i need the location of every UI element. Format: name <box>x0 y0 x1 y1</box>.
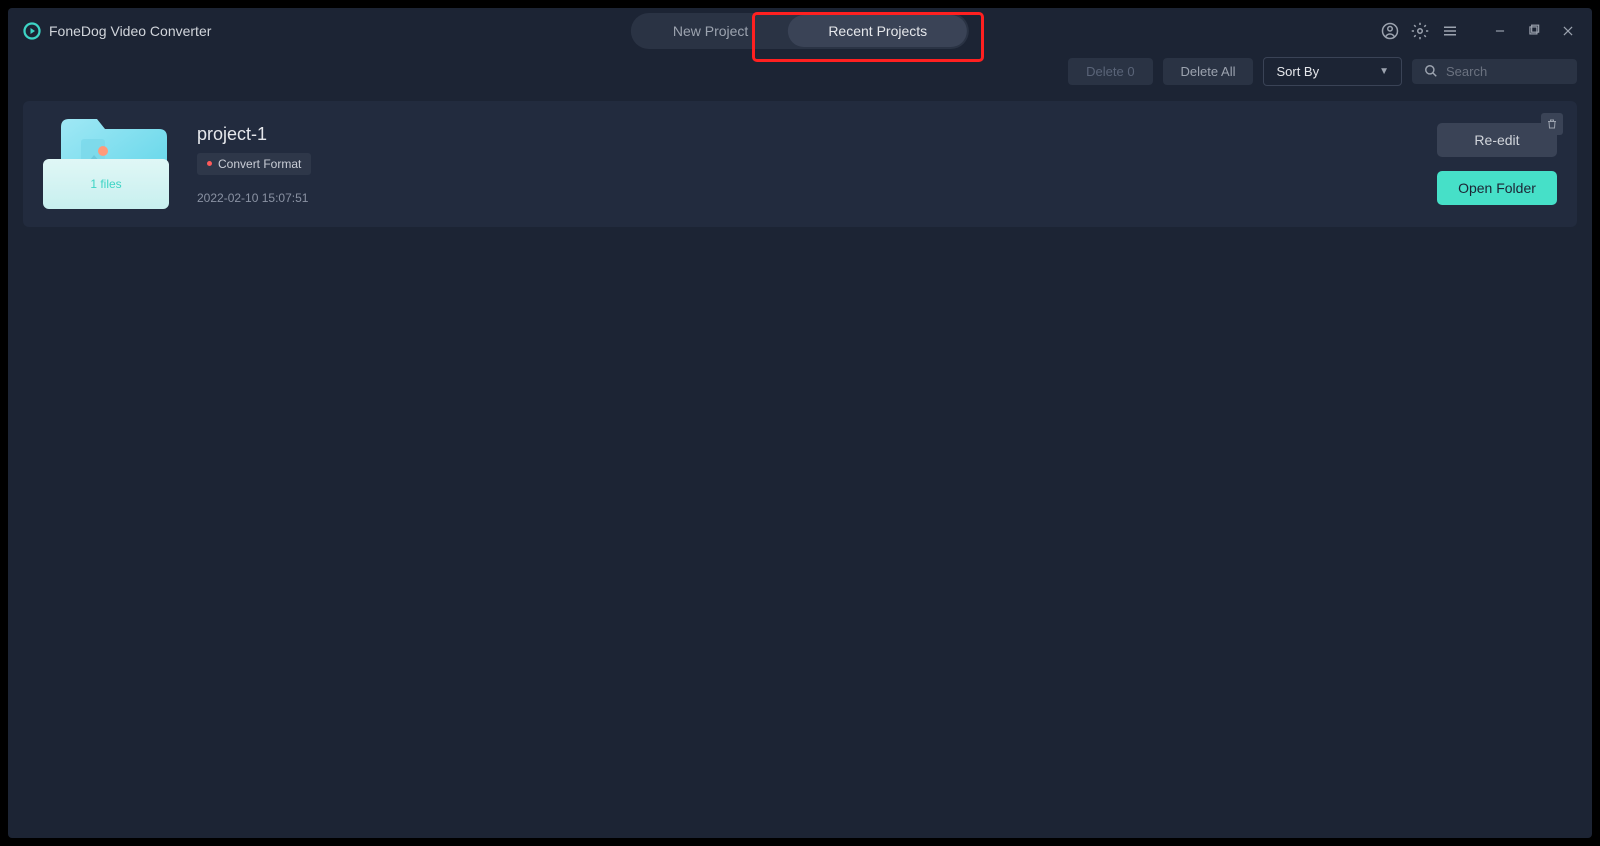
app-logo-icon <box>23 22 41 40</box>
project-card: 1 files project-1 Convert Format 2022-02… <box>23 101 1577 227</box>
project-tag: Convert Format <box>197 153 311 175</box>
folder-front: 1 files <box>43 159 169 209</box>
files-count: 1 files <box>90 177 121 191</box>
logo-section: FoneDog Video Converter <box>23 22 211 40</box>
menu-icon[interactable] <box>1441 22 1459 40</box>
delete-selected-button[interactable]: Delete 0 <box>1068 58 1152 85</box>
minimize-icon[interactable] <box>1491 22 1509 40</box>
project-name: project-1 <box>197 124 311 145</box>
settings-icon[interactable] <box>1411 22 1429 40</box>
trash-icon[interactable] <box>1541 113 1563 135</box>
project-folder-icon: 1 files <box>43 119 173 209</box>
app-title: FoneDog Video Converter <box>49 23 211 39</box>
reedit-button[interactable]: Re-edit <box>1437 123 1557 157</box>
tab-recent-projects[interactable]: Recent Projects <box>788 15 967 47</box>
project-date: 2022-02-10 15:07:51 <box>197 191 311 205</box>
toolbar: Delete 0 Delete All Sort By ▼ <box>8 53 1592 89</box>
sort-by-dropdown[interactable]: Sort By ▼ <box>1263 57 1402 86</box>
search-icon <box>1424 64 1438 78</box>
open-folder-button[interactable]: Open Folder <box>1437 171 1557 205</box>
maximize-icon[interactable] <box>1525 22 1543 40</box>
content: 1 files project-1 Convert Format 2022-02… <box>8 89 1592 838</box>
search-box[interactable] <box>1412 59 1577 84</box>
tab-new-project[interactable]: New Project <box>633 15 788 47</box>
window-controls <box>1491 22 1577 40</box>
project-actions: Re-edit Open Folder <box>1437 123 1557 205</box>
delete-all-button[interactable]: Delete All <box>1163 58 1254 85</box>
app-window: FoneDog Video Converter New Project Rece… <box>8 8 1592 838</box>
project-info: project-1 Convert Format 2022-02-10 15:0… <box>197 124 311 205</box>
tag-dot-icon <box>207 161 212 166</box>
header-right <box>1381 22 1577 40</box>
tabs: New Project Recent Projects <box>631 13 969 49</box>
search-input[interactable] <box>1446 64 1565 79</box>
sort-label: Sort By <box>1276 64 1319 79</box>
close-icon[interactable] <box>1559 22 1577 40</box>
tag-text: Convert Format <box>218 157 301 171</box>
header: FoneDog Video Converter New Project Rece… <box>8 8 1592 53</box>
chevron-down-icon: ▼ <box>1379 66 1389 77</box>
account-icon[interactable] <box>1381 22 1399 40</box>
